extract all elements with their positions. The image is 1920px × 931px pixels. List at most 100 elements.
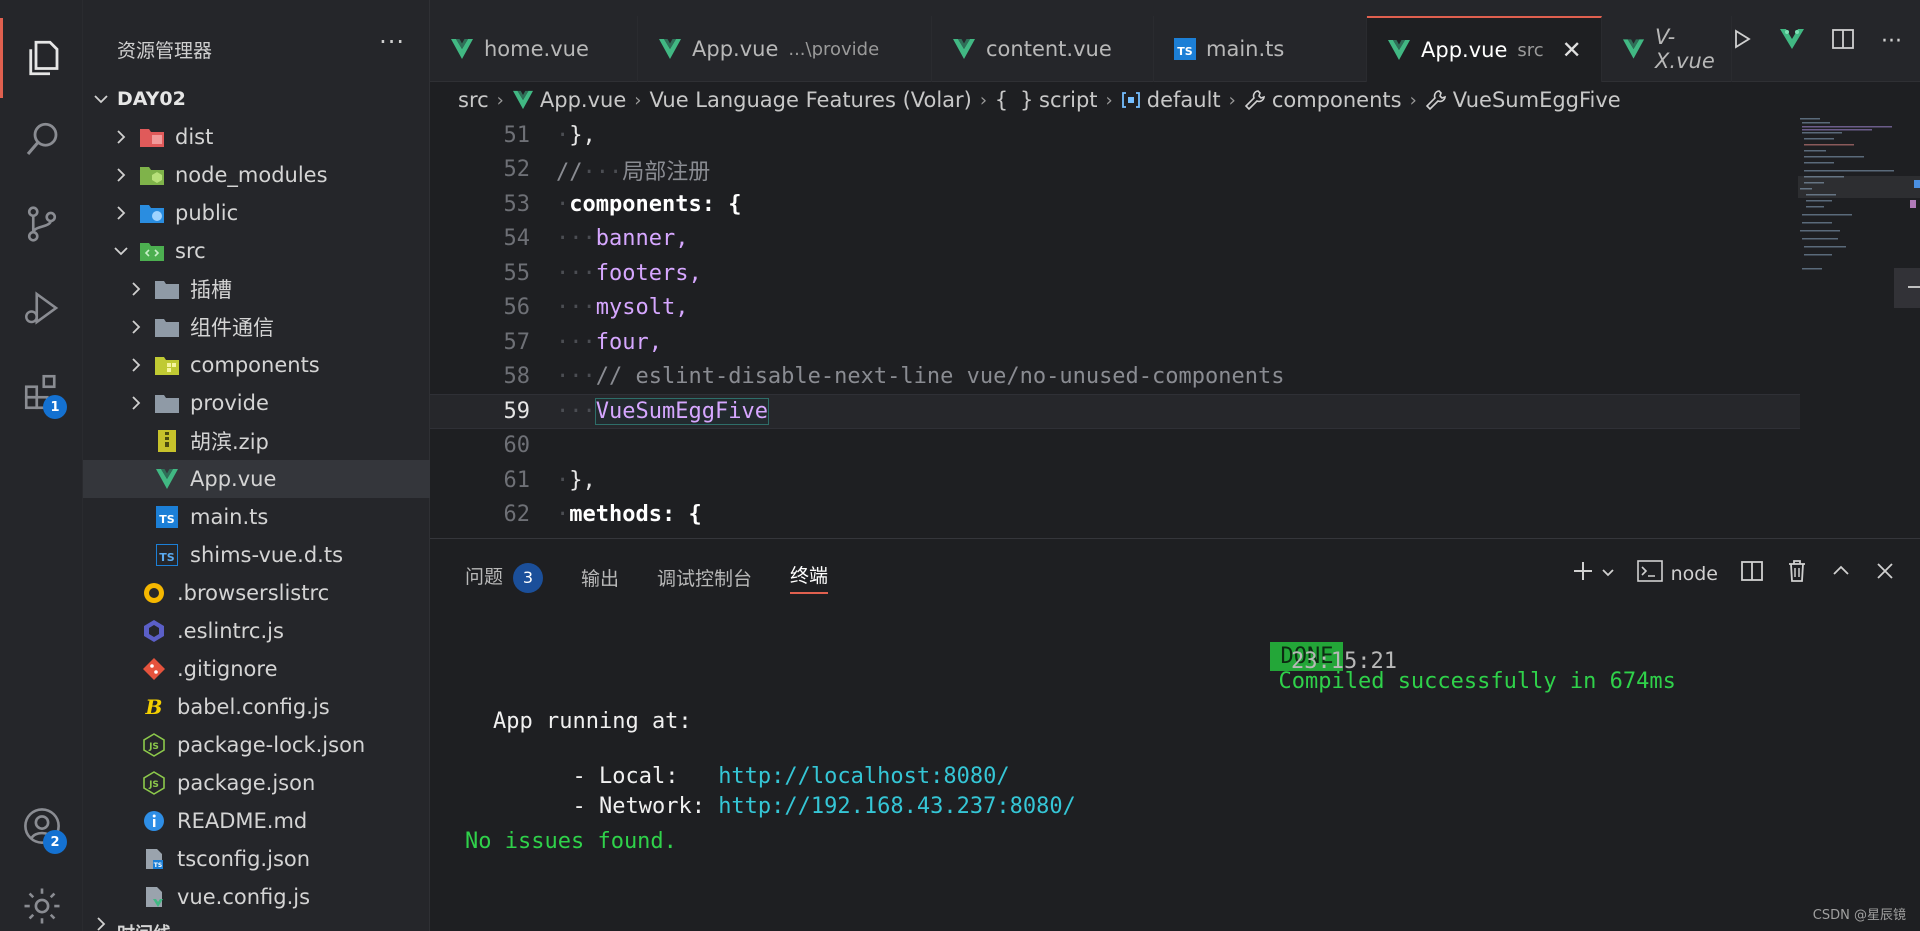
tree-item-zip[interactable]: 胡滨.zip (83, 422, 430, 460)
code-line: 55 ···footers, (430, 256, 1800, 291)
tree-item-vue-config[interactable]: vue.config.js (83, 878, 430, 916)
more-actions-icon[interactable]: ··· (379, 28, 405, 56)
settings-gear-icon[interactable] (0, 866, 83, 931)
line-number: 51 (503, 122, 531, 148)
tree-item-slots[interactable]: 插槽 (83, 270, 430, 308)
vue-devtools-icon[interactable] (1779, 28, 1805, 54)
tree-item-package-lock[interactable]: JS package-lock.json (83, 726, 430, 764)
tab-app-vue-provide[interactable]: App.vue ...\provide (638, 16, 932, 82)
line-number: 53 (503, 191, 531, 217)
tree-item-label: tsconfig.json (177, 847, 311, 871)
run-icon[interactable] (1731, 28, 1753, 54)
tree-item-label: provide (190, 391, 269, 415)
run-debug-icon[interactable] (0, 268, 83, 348)
tree-item-src[interactable]: src (83, 232, 430, 270)
explorer-icon[interactable] (0, 18, 83, 98)
terminal-compile-line: DONE Compiled successfully in 674ms (1191, 619, 1676, 719)
terminal-name[interactable]: node (1671, 563, 1718, 585)
new-terminal-icon[interactable] (1571, 559, 1595, 588)
source-control-icon[interactable] (0, 184, 83, 264)
tree-item-component-comm[interactable]: 组件通信 (83, 308, 430, 346)
split-editor-icon[interactable] (1831, 28, 1855, 54)
tree-item-shims[interactable]: TS shims-vue.d.ts (83, 536, 430, 574)
tree-item-components[interactable]: components (83, 346, 430, 384)
eslint-file-icon (141, 618, 167, 644)
tree-item-readme[interactable]: README.md (83, 802, 430, 840)
code-text: methods: { (569, 502, 702, 528)
breadcrumb-file[interactable]: App.vue (540, 88, 626, 112)
vue-file-icon (1388, 40, 1410, 60)
tab-v-x-vue[interactable]: V-X.vue (1602, 16, 1732, 82)
tab-home-vue[interactable]: home.vue (430, 16, 638, 82)
braces-icon: { } (995, 88, 1034, 112)
root-folder-label: DAY02 (117, 88, 186, 110)
tree-item-eslintrc[interactable]: .eslintrc.js (83, 612, 430, 650)
breadcrumb-default[interactable]: default (1147, 88, 1221, 112)
tree-item-provide[interactable]: provide (83, 384, 430, 422)
svg-text:TS: TS (1177, 45, 1193, 58)
browserslist-file-icon (141, 580, 167, 606)
tree-item-label: package.json (177, 771, 316, 795)
tree-item-node-modules[interactable]: node_modules (83, 156, 430, 194)
close-panel-icon[interactable] (1874, 560, 1896, 587)
tab-app-vue-src[interactable]: App.vue src ✕ (1367, 16, 1602, 82)
tab-output[interactable]: 输出 (581, 564, 619, 591)
minimap[interactable] (1798, 118, 1920, 538)
code-comment: // eslint-disable-next-line vue/no-unuse… (595, 364, 1285, 390)
tree-item-babel-config[interactable]: B babel.config.js (83, 688, 430, 726)
line-number: 56 (503, 295, 531, 321)
breadcrumb-src[interactable]: src (458, 88, 489, 112)
tab-content-vue[interactable]: content.vue (932, 16, 1154, 82)
tree-item-label: 胡滨.zip (190, 430, 269, 454)
breadcrumb-language[interactable]: Vue Language Features (Volar) (649, 88, 971, 112)
svg-text:JS: JS (148, 742, 159, 752)
tree-item-label: 插槽 (190, 278, 232, 302)
tree-item-label: vue.config.js (177, 885, 311, 909)
breadcrumb-components[interactable]: components (1272, 88, 1402, 112)
tree-item-main-ts[interactable]: TS main.ts (83, 498, 430, 536)
extensions-icon[interactable]: 1 (0, 352, 83, 432)
tree-item-browserslistrc[interactable]: .browserslistrc (83, 574, 430, 612)
breadcrumb-symbol[interactable]: VueSumEggFive (1453, 88, 1621, 112)
maximize-panel-icon[interactable] (1830, 560, 1852, 587)
tab-terminal[interactable]: 终端 (790, 561, 829, 594)
code-text: }, (569, 467, 596, 493)
tree-item-tsconfig[interactable]: TS tsconfig.json (83, 840, 430, 878)
typescript-file-icon: TS (1174, 38, 1196, 60)
chevron-down-icon[interactable] (1601, 563, 1615, 585)
code-line: 58 ···// eslint-disable-next-line vue/no… (430, 360, 1800, 395)
timeline-section[interactable]: 时间线 (83, 916, 430, 931)
network-url-link[interactable]: http://192.168.43.237:8080/ (718, 794, 1076, 819)
chevron-right-icon (113, 167, 129, 183)
vue-file-icon (953, 39, 975, 59)
tree-item-public[interactable]: public (83, 194, 430, 232)
trash-icon[interactable] (1786, 559, 1808, 588)
namespace-icon (1121, 91, 1141, 109)
tree-item-gitignore[interactable]: .gitignore (83, 650, 430, 688)
tree-item-package-json[interactable]: JS package.json (83, 764, 430, 802)
code-text: }, (569, 122, 596, 148)
compile-time: 23:15:21 (1291, 649, 1397, 674)
account-icon[interactable]: 2 (0, 786, 83, 866)
tree-item-dist[interactable]: dist (83, 118, 430, 156)
svg-text:TS: TS (154, 862, 162, 869)
search-icon[interactable] (0, 100, 83, 180)
chevron-right-icon: › (1409, 89, 1417, 111)
folder-components-icon (154, 352, 180, 378)
tab-problems[interactable]: 问题 3 (465, 562, 544, 593)
tree-item-label: package-lock.json (177, 733, 366, 757)
tab-main-ts[interactable]: TS main.ts (1154, 16, 1367, 82)
tree-item-label: README.md (177, 809, 308, 833)
problems-count-badge: 3 (513, 562, 544, 593)
more-actions-icon[interactable]: ··· (1881, 29, 1902, 54)
folder-dist-icon (139, 124, 165, 150)
tab-debug-console[interactable]: 调试控制台 (657, 564, 752, 591)
code-editor[interactable]: 51 ·}, 52 //···局部注册 53 ·components: { 54… (430, 118, 1920, 538)
close-tab-icon[interactable]: ✕ (1562, 36, 1582, 64)
folder-root-day02[interactable]: DAY02 (83, 84, 430, 114)
folder-icon (154, 390, 180, 416)
split-terminal-icon[interactable] (1740, 560, 1764, 587)
breadcrumb-script[interactable]: script (1039, 88, 1098, 112)
tree-item-app-vue[interactable]: App.vue (83, 460, 430, 498)
code-line-current: 59 ···VueSumEggFive (430, 394, 1800, 429)
